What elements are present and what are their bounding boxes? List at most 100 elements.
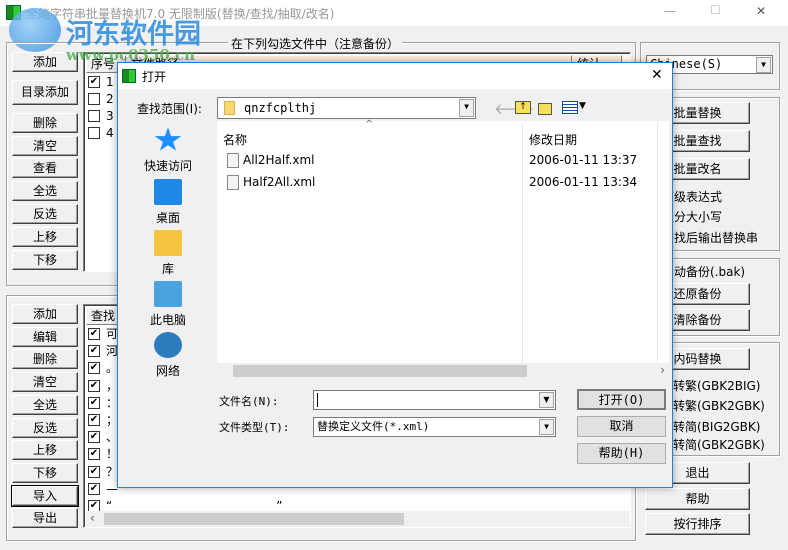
rules-button-3[interactable]: 清空 [12, 372, 78, 393]
file-name: All2Half.xml [243, 153, 315, 167]
files-group-caption: 在下列勾选文件中（注意备份） [228, 35, 403, 52]
star-icon [154, 127, 182, 151]
file-item[interactable]: All2Half.xml 2006-01-11 13:37 [225, 151, 665, 171]
dialog-close-button[interactable]: ✕ [651, 67, 663, 83]
chevron-down-icon[interactable]: ▼ [459, 99, 474, 117]
rules-button-7[interactable]: 下移 [12, 462, 78, 483]
open-button[interactable]: 打开(O) [577, 389, 666, 410]
place-2[interactable]: 库 [136, 230, 200, 277]
rules-button-2[interactable]: 删除 [12, 349, 78, 370]
chevron-down-icon[interactable]: ▼ [579, 101, 586, 111]
help-button[interactable]: 帮助(H) [577, 443, 666, 464]
option-label: 查找后输出替换串 [662, 231, 759, 245]
row-checkbox[interactable]: ✔ [88, 76, 100, 88]
horizontal-scrollbar[interactable]: ‹ [86, 511, 630, 527]
desktop-icon [154, 179, 182, 205]
place-label: 快速访问 [143, 159, 192, 173]
column-date[interactable]: 修改日期 [529, 131, 577, 148]
rules-button-8[interactable]: 导入 [11, 484, 79, 507]
files-button-4[interactable]: 查看 [12, 158, 78, 178]
minimize-button[interactable]: — [664, 4, 676, 18]
rules-button-5[interactable]: 反选 [12, 417, 78, 438]
rules-button-0[interactable]: 添加 [12, 304, 78, 324]
bottom-button-2[interactable]: 按行排序 [645, 513, 750, 535]
files-button-8[interactable]: 下移 [12, 250, 78, 270]
row-checkbox[interactable]: ✔ [88, 448, 100, 461]
chevron-down-icon[interactable]: ▼ [756, 57, 771, 73]
file-list-view[interactable]: ^ 名称 修改日期 All2Half.xml 2006-01-11 13:37 Ha… [217, 119, 669, 379]
rules-button-6[interactable]: 上移 [12, 440, 78, 461]
filetype-label: 文件类型(T): [219, 421, 290, 434]
new-folder-icon[interactable] [538, 103, 552, 115]
row-checkbox[interactable]: ✔ [88, 482, 100, 495]
row-checkbox[interactable]: ✔ [88, 431, 100, 444]
row-checkbox[interactable] [88, 127, 100, 139]
file-date: 2006-01-11 13:37 [529, 153, 638, 167]
files-button-3[interactable]: 清空 [12, 136, 78, 156]
rules-button-4[interactable]: 全选 [12, 394, 78, 415]
row-checkbox[interactable]: ✔ [88, 465, 100, 478]
bottom-button-1[interactable]: 帮助 [645, 488, 750, 510]
chevron-down-icon[interactable]: ▼ [539, 392, 554, 408]
maximize-button[interactable]: ☐ [710, 3, 721, 17]
files-button-1[interactable]: 目录添加 [12, 80, 78, 105]
dialog-icon [122, 69, 136, 83]
look-in-select[interactable]: qnzfcplthj ▼ [217, 97, 476, 119]
files-button-6[interactable]: 反选 [12, 204, 78, 224]
row-checkbox[interactable] [88, 93, 100, 105]
row-checkbox[interactable]: ✔ [88, 414, 100, 426]
rules-button-9[interactable]: 导出 [12, 508, 78, 529]
filetype-select[interactable]: 替换定义文件(*.xml) ▼ [313, 417, 556, 437]
rules-button-1[interactable]: 编辑 [12, 326, 78, 347]
files-button-2[interactable]: 删除 [12, 113, 78, 133]
place-label: 此电脑 [149, 313, 186, 327]
place-label: 桌面 [155, 211, 180, 225]
look-in-value: qnzfcplthj [244, 101, 317, 115]
encoding-label: 繁转简(GBK2GBK) [661, 438, 765, 452]
view-menu-icon[interactable] [562, 101, 578, 114]
files-button-5[interactable]: 全选 [12, 181, 78, 201]
row-checkbox[interactable]: ✔ [88, 396, 100, 409]
row-index: 2 [106, 92, 114, 106]
folder-icon [224, 101, 235, 115]
dialog-horizontal-scrollbar[interactable]: › [217, 363, 669, 379]
file-item[interactable]: Half2All.xml 2006-01-11 13:34 [225, 173, 665, 193]
filename-input[interactable]: ▼ [313, 390, 556, 410]
encoding-label: 简转繁(GBK2GBK) [661, 399, 765, 413]
encoding-label: 简转繁(GBK2BIG) [661, 379, 761, 393]
dialog-title: 打开 [142, 70, 167, 84]
open-file-dialog: 打开 ✕ 查找范围(I): qnzfcplthj ▼ 🡐 ↑ ▼ 快速访问桌面库… [117, 62, 673, 488]
row-checkbox[interactable]: ✔ [88, 379, 100, 392]
column-name[interactable]: 名称 [223, 131, 247, 148]
filename-label: 文件名(N): [219, 395, 279, 408]
row-checkbox[interactable]: ✔ [88, 328, 100, 340]
dialog-title-bar: 打开 ✕ [118, 63, 672, 89]
library-icon [154, 230, 182, 256]
files-button-7[interactable]: 上移 [12, 227, 78, 247]
computer-icon [154, 281, 182, 307]
backup-label: 自动备份(.bak) [662, 265, 746, 279]
row-checkbox[interactable]: ✔ [88, 362, 100, 375]
row-index: 4 [106, 126, 114, 140]
place-3[interactable]: 此电脑 [136, 281, 200, 328]
filetype-value: 替换定义文件(*.xml) [317, 420, 430, 433]
network-icon [154, 332, 182, 358]
place-label: 库 [161, 262, 174, 276]
xml-file-icon [227, 175, 239, 190]
chevron-down-icon[interactable]: ▼ [539, 419, 554, 435]
encoding-label: 繁转简(BIG2GBK) [661, 420, 761, 434]
row-index: 1 [106, 75, 114, 89]
look-in-label: 查找范围(I): [137, 102, 202, 116]
row-checkbox[interactable]: ✔ [88, 345, 100, 358]
file-name: Half2All.xml [243, 175, 316, 189]
place-4[interactable]: 网络 [136, 332, 200, 379]
place-1[interactable]: 桌面 [136, 179, 200, 226]
row-index: 3 [106, 109, 114, 123]
row-checkbox[interactable] [88, 110, 100, 122]
close-button[interactable]: ✕ [756, 4, 766, 18]
xml-file-icon [227, 153, 239, 168]
up-folder-icon[interactable]: ↑ [515, 101, 531, 114]
place-0[interactable]: 快速访问 [136, 127, 200, 174]
sort-caret-icon: ^ [365, 119, 374, 130]
cancel-button[interactable]: 取消 [577, 416, 666, 437]
